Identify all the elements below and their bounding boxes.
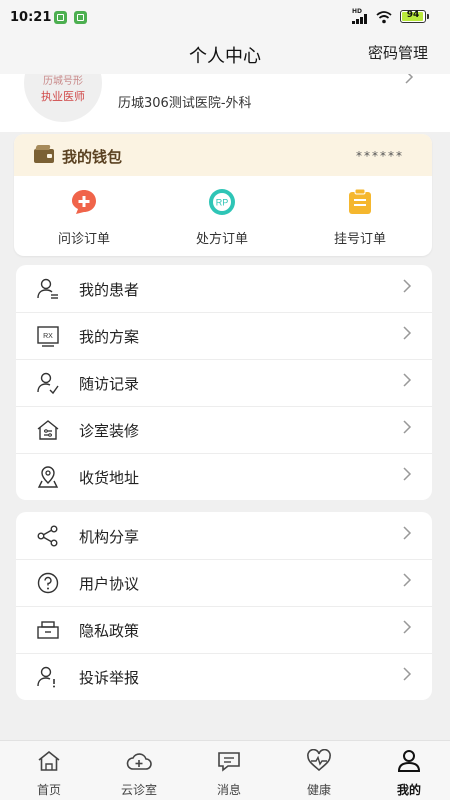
- menu-label: 随访记录: [79, 375, 140, 393]
- rp-icon-text: RP: [216, 198, 229, 208]
- menu-label: 机构分享: [79, 528, 140, 546]
- address-pin-icon: [37, 466, 59, 488]
- clinic-decor-icon: [37, 420, 59, 440]
- tab-home[interactable]: 首页: [4, 749, 94, 799]
- tab-label: 首页: [36, 783, 61, 797]
- chevron-right-icon: [403, 620, 412, 634]
- prescription-order-label: 处方订单: [195, 232, 248, 247]
- menu-group-main: 我的患者 RX 我的方案 随访记录 诊室装修 收货地址: [16, 265, 432, 500]
- avatar-stamp-line1: 历城号形: [43, 76, 83, 87]
- share-icon: [37, 525, 58, 547]
- tab-cloud-clinic[interactable]: 云诊室: [94, 749, 184, 799]
- cloud-clinic-icon: [126, 753, 152, 770]
- chevron-right-icon: [403, 467, 412, 481]
- tab-health[interactable]: 健康: [274, 748, 364, 799]
- profile-card[interactable]: 历城号形 执业医师 历城306测试医院-外科: [0, 74, 450, 132]
- password-management-button[interactable]: 密码管理: [368, 42, 428, 63]
- registration-order-button[interactable]: 挂号订单: [310, 188, 410, 248]
- tab-label: 我的: [396, 783, 421, 797]
- wallet-icon: [34, 149, 54, 163]
- menu-label: 用户协议: [79, 575, 140, 593]
- question-icon: [37, 572, 59, 594]
- menu-label: 投诉举报: [79, 669, 140, 687]
- consult-order-label: 问诊订单: [57, 232, 110, 247]
- tab-label: 健康: [306, 783, 331, 797]
- battery-level: 94: [406, 10, 420, 20]
- status-bar: 10:21 HD 94: [0, 0, 450, 34]
- bottom-tab-bar: 首页 云诊室 消息 健康 我的: [0, 740, 450, 800]
- registration-order-label: 挂号订单: [333, 232, 386, 247]
- menu-item-shipping-address[interactable]: 收货地址: [16, 453, 432, 500]
- wallet-card: 我的钱包 ****** 问诊订单 RP 处方订单 挂号订单: [14, 134, 432, 256]
- health-icon: [307, 748, 331, 772]
- chevron-right-icon: [403, 573, 412, 587]
- menu-item-complaint-report[interactable]: 投诉举报: [16, 653, 432, 700]
- notification-app-icon: [74, 11, 87, 24]
- message-icon: [218, 752, 240, 772]
- tab-label: 云诊室: [120, 783, 157, 797]
- profile-icon: [397, 750, 421, 772]
- patient-icon: [37, 278, 58, 299]
- menu-label: 收货地址: [79, 469, 140, 487]
- avatar[interactable]: 历城号形 执业医师: [24, 74, 102, 122]
- followup-icon: [37, 372, 59, 395]
- complaint-icon: [37, 666, 55, 688]
- menu-label: 我的患者: [79, 281, 140, 299]
- menu-item-my-plans[interactable]: RX 我的方案: [16, 312, 432, 359]
- menu-item-privacy-policy[interactable]: 隐私政策: [16, 606, 432, 653]
- page-header: 个人中心 密码管理: [0, 34, 450, 74]
- home-icon: [38, 750, 60, 771]
- menu-item-user-agreement[interactable]: 用户协议: [16, 559, 432, 606]
- menu-label: 我的方案: [79, 328, 140, 346]
- chevron-right-icon: [403, 667, 412, 681]
- wallet-balance-masked: ******: [356, 149, 404, 163]
- menu-group-secondary: 机构分享 用户协议 隐私政策 投诉举报: [16, 512, 432, 700]
- avatar-stamp-line2: 执业医师: [41, 90, 85, 103]
- consult-order-button[interactable]: 问诊订单: [34, 188, 134, 248]
- rx-plan-icon: RX: [37, 326, 59, 347]
- tab-messages[interactable]: 消息: [184, 749, 274, 799]
- status-indicators: HD 94: [352, 8, 432, 25]
- menu-item-my-patients[interactable]: 我的患者: [16, 265, 432, 312]
- status-time: 10:21: [10, 10, 52, 25]
- menu-label: 隐私政策: [79, 622, 140, 640]
- chevron-right-icon: [403, 373, 412, 387]
- notification-app-icon: [54, 11, 67, 24]
- wifi-icon: [376, 11, 392, 24]
- menu-item-clinic-decoration[interactable]: 诊室装修: [16, 406, 432, 453]
- wallet-header[interactable]: 我的钱包 ******: [14, 134, 432, 176]
- chevron-right-icon: [403, 326, 412, 340]
- signal-icon: [352, 14, 370, 24]
- menu-item-followup-records[interactable]: 随访记录: [16, 359, 432, 406]
- tab-me[interactable]: 我的: [364, 749, 450, 799]
- tab-label: 消息: [216, 783, 241, 797]
- register-order-icon: [349, 188, 371, 214]
- privacy-icon: [37, 621, 59, 639]
- prescription-order-button[interactable]: RP 处方订单: [172, 188, 272, 248]
- rp-order-icon: RP: [209, 189, 235, 215]
- rx-icon-text: RX: [43, 333, 53, 340]
- menu-item-org-share[interactable]: 机构分享: [16, 512, 432, 559]
- chevron-right-icon: [403, 420, 412, 434]
- chevron-right-icon: [403, 526, 412, 540]
- battery-icon: 94: [400, 10, 429, 23]
- hospital-department: 历城306测试医院-外科: [118, 96, 252, 111]
- wallet-title: 我的钱包: [62, 148, 123, 166]
- consult-order-icon: [72, 190, 96, 214]
- chevron-right-icon: [403, 279, 412, 293]
- menu-label: 诊室装修: [79, 422, 140, 440]
- chevron-right-icon: [405, 74, 414, 84]
